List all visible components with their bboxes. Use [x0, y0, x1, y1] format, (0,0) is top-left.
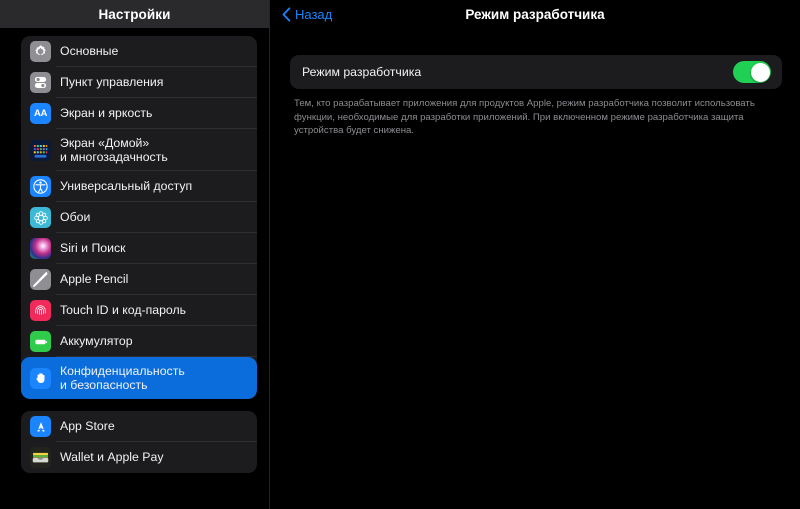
accessibility-icon	[30, 176, 51, 197]
gear-icon	[30, 41, 51, 62]
sidebar-item-accessibility[interactable]: Универсальный доступ	[21, 171, 257, 202]
detail-title: Режим разработчика	[465, 6, 605, 22]
sidebar-item-label: Экран и яркость	[60, 106, 153, 121]
settings-sidebar: Настройки Основные Пункт управления AA Э…	[0, 0, 270, 509]
apple-pencil-icon	[30, 269, 51, 290]
toggle-knob	[750, 62, 770, 82]
sidebar-item-label: Wallet и Apple Pay	[60, 450, 164, 465]
display-brightness-icon: AA	[30, 103, 51, 124]
wallpaper-icon	[30, 207, 51, 228]
sidebar-group-primary: Основные Пункт управления AA Экран и ярк…	[21, 36, 257, 399]
sidebar-item-wallpaper[interactable]: Обои	[21, 202, 257, 233]
detail-content: Режим разработчика Тем, кто разрабатывае…	[270, 28, 800, 138]
sidebar-item-label: Аккумулятор	[60, 334, 133, 349]
sidebar-item-touch-id-passcode[interactable]: Touch ID и код-пароль	[21, 295, 257, 326]
sidebar-item-apple-pencil[interactable]: Apple Pencil	[21, 264, 257, 295]
sidebar-group-stores: App Store Wallet и Apple Pay	[21, 411, 257, 473]
developer-mode-description: Тем, кто разрабатывает приложения для пр…	[294, 98, 755, 137]
aa-glyph: AA	[33, 108, 48, 119]
sidebar-item-label: Конфиденциальность и безопасность	[60, 363, 185, 393]
sidebar-item-wallet-apple-pay[interactable]: Wallet и Apple Pay	[21, 442, 257, 473]
wallet-icon	[30, 447, 51, 468]
sidebar-item-label: Основные	[60, 44, 119, 59]
sidebar-item-label: Touch ID и код-пароль	[60, 303, 187, 318]
sidebar-item-siri-search[interactable]: Siri и Поиск	[21, 233, 257, 264]
sidebar-item-label: App Store	[60, 419, 115, 434]
page-title: Настройки	[98, 6, 171, 22]
sidebar-item-general[interactable]: Основные	[21, 36, 257, 67]
sidebar-item-label: Обои	[60, 210, 91, 225]
sidebar-item-home-screen[interactable]: Экран «Домой» и многозадачность	[21, 129, 257, 171]
back-button-label: Назад	[295, 6, 333, 22]
siri-icon	[30, 238, 51, 259]
control-center-icon	[30, 72, 51, 93]
privacy-hand-icon	[30, 367, 51, 389]
back-button[interactable]: Назад	[282, 7, 332, 22]
developer-mode-label: Режим разработчика	[302, 65, 422, 79]
sidebar-item-label: Пункт управления	[60, 75, 164, 90]
sidebar-item-label: Siri и Поиск	[60, 241, 126, 256]
app-store-icon	[30, 416, 51, 437]
sidebar-item-display-brightness[interactable]: AA Экран и яркость	[21, 98, 257, 129]
sidebar-item-label: Apple Pencil	[60, 272, 129, 287]
sidebar-header: Настройки	[0, 0, 269, 28]
home-screen-icon	[30, 139, 51, 161]
sidebar-item-label: Экран «Домой» и многозадачность	[60, 135, 168, 165]
developer-mode-toggle[interactable]	[733, 61, 771, 83]
touch-id-icon	[30, 300, 51, 321]
detail-navigation-bar: Назад Режим разработчика	[270, 0, 800, 28]
settings-app-window: Настройки Основные Пункт управления AA Э…	[0, 0, 800, 509]
sidebar-item-battery[interactable]: Аккумулятор	[21, 326, 257, 357]
sidebar-scroll-area[interactable]: Основные Пункт управления AA Экран и ярк…	[0, 28, 269, 509]
developer-mode-row[interactable]: Режим разработчика	[290, 55, 782, 89]
sidebar-item-app-store[interactable]: App Store	[21, 411, 257, 442]
chevron-left-icon	[282, 6, 291, 22]
detail-pane: Назад Режим разработчика Режим разработч…	[270, 0, 800, 509]
sidebar-item-privacy-security[interactable]: Конфиденциальность и безопасность	[21, 357, 257, 399]
sidebar-item-control-center[interactable]: Пункт управления	[21, 67, 257, 98]
sidebar-item-label: Универсальный доступ	[60, 179, 193, 194]
battery-icon	[30, 331, 51, 352]
